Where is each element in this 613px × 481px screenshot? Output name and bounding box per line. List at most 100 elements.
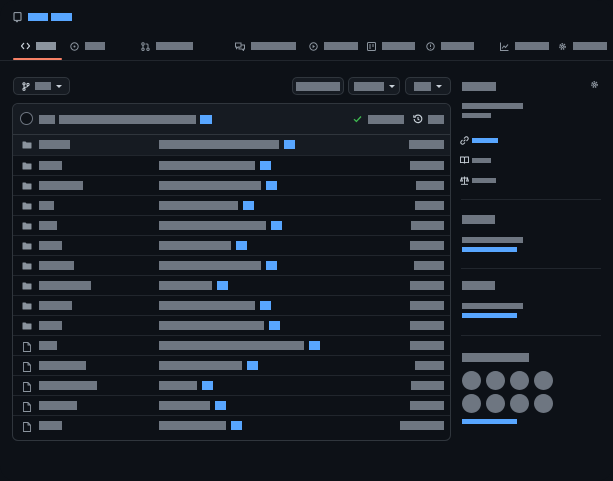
file-name-link[interactable] (39, 421, 62, 430)
file-name-link[interactable] (39, 321, 62, 330)
commit-message-link[interactable] (159, 281, 212, 290)
repo-owner-link[interactable] (28, 13, 48, 21)
file-row[interactable] (13, 375, 450, 395)
file-name-link[interactable] (39, 361, 86, 370)
contributor-avatar[interactable] (510, 394, 529, 413)
commit-message-link[interactable] (159, 161, 255, 170)
pr-reference-link[interactable] (260, 301, 271, 310)
go-to-file-button[interactable] (292, 77, 344, 95)
file-name-link[interactable] (39, 301, 72, 310)
file-row[interactable] (13, 275, 450, 295)
contributor-avatar[interactable] (486, 371, 505, 390)
pr-reference-link[interactable] (202, 381, 213, 390)
tab-insights[interactable] (500, 40, 549, 52)
file-row[interactable] (13, 235, 450, 255)
readme-link[interactable] (472, 158, 491, 163)
tab-discussions[interactable] (235, 40, 296, 52)
commit-sha[interactable] (368, 115, 404, 124)
commit-message-link[interactable] (159, 401, 210, 410)
contributor-avatar[interactable] (534, 394, 553, 413)
pr-reference-link[interactable] (266, 261, 277, 270)
license-link[interactable] (472, 178, 496, 183)
file-row[interactable] (13, 175, 450, 195)
file-name-link[interactable] (39, 221, 57, 230)
file-name-link[interactable] (39, 161, 62, 170)
packages-link[interactable] (462, 313, 517, 318)
file-row[interactable] (13, 355, 450, 375)
pr-reference-link[interactable] (215, 401, 226, 410)
pr-reference-link[interactable] (217, 281, 228, 290)
file-name-link[interactable] (39, 201, 54, 210)
file-name-link[interactable] (39, 341, 57, 350)
add-file-button[interactable] (348, 77, 400, 95)
packages-heading[interactable] (462, 281, 495, 290)
contributor-avatar[interactable] (462, 394, 481, 413)
releases-heading[interactable] (462, 215, 495, 224)
commit-message-link[interactable] (159, 181, 261, 190)
history-icon[interactable] (413, 114, 423, 124)
commit-message-link[interactable] (159, 140, 279, 149)
commit-message-link[interactable] (159, 341, 304, 350)
contributor-avatar[interactable] (534, 371, 553, 390)
file-row[interactable] (13, 195, 450, 215)
contributor-avatar[interactable] (510, 371, 529, 390)
file-name-link[interactable] (39, 281, 91, 290)
contributor-avatar[interactable] (486, 394, 505, 413)
commit-message-link[interactable] (159, 241, 231, 250)
file-row[interactable] (13, 135, 450, 155)
gear-icon[interactable] (590, 80, 599, 89)
tab-actions[interactable] (309, 40, 358, 52)
branch-selector[interactable] (13, 77, 70, 95)
commit-count[interactable] (428, 115, 444, 124)
check-icon[interactable] (353, 115, 362, 123)
pr-reference-link[interactable] (266, 181, 277, 190)
tab-settings[interactable] (558, 40, 607, 52)
pr-reference-link[interactable] (260, 161, 271, 170)
file-row[interactable] (13, 295, 450, 315)
tab-code[interactable] (21, 40, 56, 52)
code-button[interactable] (405, 77, 451, 95)
contributors-link[interactable] (462, 419, 517, 424)
pr-reference-link[interactable] (236, 241, 247, 250)
releases-link[interactable] (462, 247, 517, 252)
commit-message-link[interactable] (159, 361, 242, 370)
tab-projects[interactable] (367, 40, 415, 52)
commit-message-link[interactable] (159, 261, 261, 270)
commit-message-link[interactable] (159, 221, 266, 230)
file-row[interactable] (13, 395, 450, 415)
commit-pr-link[interactable] (200, 115, 212, 124)
commit-message-link[interactable] (159, 201, 238, 210)
avatar[interactable] (20, 112, 33, 125)
pr-reference-link[interactable] (269, 321, 280, 330)
pr-reference-link[interactable] (247, 361, 258, 370)
repo-name-link[interactable] (51, 13, 72, 21)
commit-message-link[interactable] (159, 321, 264, 330)
file-name-link[interactable] (39, 381, 97, 390)
pr-reference-link[interactable] (309, 341, 320, 350)
commit-message-link[interactable] (159, 381, 197, 390)
pr-reference-link[interactable] (271, 221, 282, 230)
commit-author[interactable] (39, 115, 55, 124)
tab-security[interactable] (426, 40, 474, 52)
file-row[interactable] (13, 315, 450, 335)
file-name-link[interactable] (39, 181, 83, 190)
pr-reference-link[interactable] (243, 201, 254, 210)
commit-message[interactable] (59, 115, 196, 124)
file-row[interactable] (13, 415, 450, 435)
file-name-link[interactable] (39, 401, 77, 410)
file-row[interactable] (13, 335, 450, 355)
contributors-heading[interactable] (462, 353, 529, 362)
pr-reference-link[interactable] (284, 140, 295, 149)
commit-message-link[interactable] (159, 301, 255, 310)
file-row[interactable] (13, 215, 450, 235)
file-name-link[interactable] (39, 241, 62, 250)
file-name-link[interactable] (39, 140, 70, 149)
file-row[interactable] (13, 155, 450, 175)
file-row[interactable] (13, 255, 450, 275)
pr-reference-link[interactable] (231, 421, 242, 430)
contributor-avatar[interactable] (462, 371, 481, 390)
file-name-link[interactable] (39, 261, 74, 270)
commit-message-link[interactable] (159, 421, 226, 430)
tab-issues[interactable] (70, 40, 105, 52)
tab-pull-requests[interactable] (141, 40, 193, 52)
